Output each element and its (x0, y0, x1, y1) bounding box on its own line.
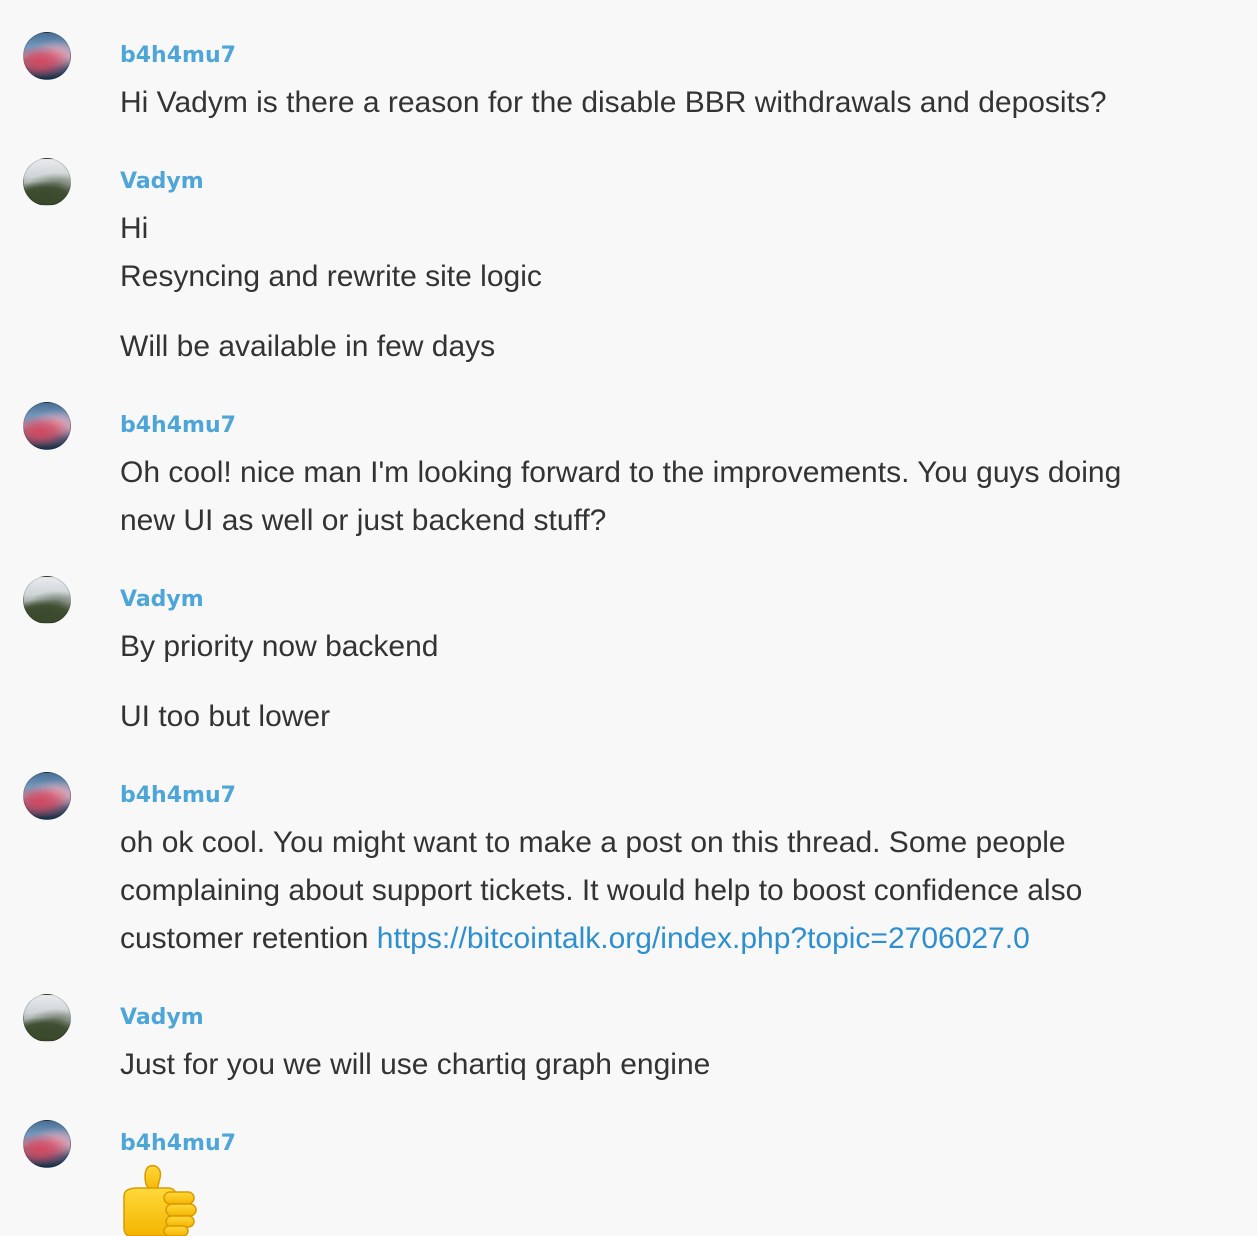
user-avatar[interactable] (23, 32, 71, 80)
message-text: Resyncing and rewrite site logic (120, 260, 542, 293)
message-text: Hi Vadym is there a reason for the disab… (120, 86, 1107, 119)
message-text: Oh cool! nice man I'm looking forward to… (120, 456, 1122, 489)
message-text: Will be available in few days (120, 330, 496, 363)
user-avatar[interactable] (23, 1120, 71, 1168)
message-text-with-link: customer retention https://bitcointalk.o… (120, 921, 1030, 957)
message-author[interactable]: Vadym (120, 587, 204, 613)
message-author[interactable]: b4h4mu7 (120, 413, 236, 439)
message-text: customer retention (120, 922, 377, 955)
user-avatar[interactable] (23, 576, 71, 624)
message-author[interactable]: b4h4mu7 (120, 43, 236, 69)
message-text: complaining about support tickets. It wo… (120, 874, 1083, 907)
user-avatar[interactable] (23, 158, 71, 206)
message-text: Hi (120, 212, 149, 245)
thread-link[interactable]: https://bitcointalk.org/index.php?topic=… (377, 922, 1030, 955)
message-text: Just for you we will use chartiq graph e… (120, 1048, 711, 1081)
message-author[interactable]: Vadym (120, 169, 204, 195)
message-author[interactable]: Vadym (120, 1005, 204, 1031)
message-text: By priority now backend (120, 630, 439, 663)
user-avatar[interactable] (23, 402, 71, 450)
message-author[interactable]: b4h4mu7 (120, 1131, 236, 1157)
message-text: new UI as well or just backend stuff? (120, 504, 607, 537)
message-text: oh ok cool. You might want to make a pos… (120, 826, 1066, 859)
thumbs-up-icon (123, 1164, 197, 1236)
message-author[interactable]: b4h4mu7 (120, 783, 236, 809)
user-avatar[interactable] (23, 994, 71, 1042)
user-avatar[interactable] (23, 772, 71, 820)
message-text: UI too but lower (120, 700, 331, 733)
